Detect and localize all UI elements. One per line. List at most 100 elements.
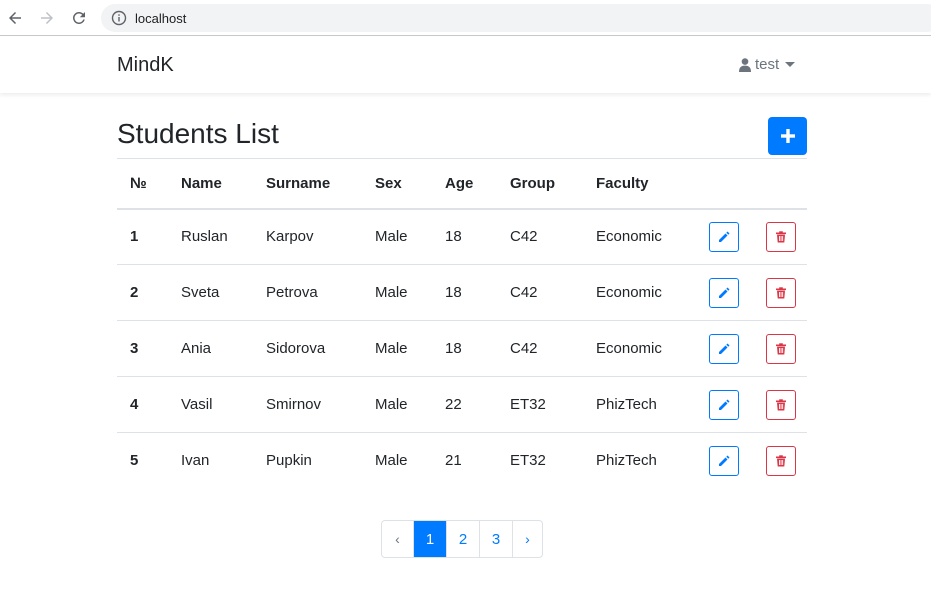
cell-surname: Sidorova: [253, 320, 362, 377]
cell-sex: Male: [362, 320, 432, 377]
reload-icon: [72, 11, 85, 24]
forward-button[interactable]: [35, 6, 59, 30]
url-text: localhost: [135, 10, 187, 26]
delete-button[interactable]: [766, 221, 796, 252]
column-header-name: Name: [168, 158, 253, 210]
cell-sex: Male: [362, 376, 432, 433]
table-row: 1 Ruslan Karpov Male 18 C42 Economic: [117, 209, 807, 265]
pagination-page-3[interactable]: 3: [479, 521, 512, 557]
pencil-icon: [719, 231, 730, 242]
delete-button[interactable]: [766, 445, 796, 476]
trash-icon: [776, 286, 786, 298]
column-header-edit: [696, 158, 753, 210]
caret-down-icon: [785, 62, 796, 67]
cell-delete: [753, 376, 807, 433]
cell-delete: [753, 320, 807, 377]
reload-button[interactable]: [67, 6, 91, 30]
students-table: № Name Surname Sex Age Group Faculty 1 Ru…: [117, 158, 807, 489]
cell-number: 3: [117, 320, 168, 377]
edit-button[interactable]: [709, 333, 739, 364]
user-dropdown[interactable]: test: [739, 56, 796, 73]
edit-button[interactable]: [709, 389, 739, 420]
cell-sex: Male: [362, 264, 432, 321]
cell-number: 4: [117, 376, 168, 433]
cell-surname: Petrova: [253, 264, 362, 321]
cell-edit: [696, 432, 753, 489]
user-name: test: [755, 56, 780, 73]
table-header-row: № Name Surname Sex Age Group Faculty: [117, 158, 807, 210]
arrow-left-icon: [9, 12, 21, 24]
cell-delete: [753, 432, 807, 489]
cell-edit: [696, 376, 753, 433]
add-student-button[interactable]: [768, 117, 807, 155]
delete-button[interactable]: [766, 277, 796, 308]
cell-faculty: PhizTech: [583, 432, 696, 489]
trash-icon: [776, 231, 786, 243]
trash-icon: [776, 398, 786, 410]
cell-group: C42: [497, 320, 583, 377]
cell-faculty: Economic: [583, 264, 696, 321]
column-header-delete: [753, 158, 807, 210]
plus-icon: [780, 129, 795, 143]
table-row: 4 Vasil Smirnov Male 22 ET32 PhizTech: [117, 376, 807, 433]
cell-name: Vasil: [168, 376, 253, 433]
cell-age: 18: [445, 228, 462, 246]
info-icon: [111, 10, 127, 26]
cell-age: 21: [432, 432, 497, 489]
back-button[interactable]: [3, 6, 27, 30]
browser-toolbar: localhost: [0, 0, 931, 36]
pencil-icon: [719, 399, 730, 410]
table-row: 3 Ania Sidorova Male 18 C42 Economic: [117, 320, 807, 377]
edit-button[interactable]: [709, 221, 739, 252]
brand-link[interactable]: MindK: [117, 54, 174, 77]
cell-name: Ruslan: [181, 228, 228, 246]
table-row: 5 Ivan Pupkin Male 21 ET32 PhizTech: [117, 432, 807, 489]
pagination: ‹ 1 2 3 ›: [381, 520, 543, 558]
cell-name: Ania: [168, 320, 253, 377]
app-navbar: MindK test: [0, 37, 931, 93]
cell-faculty: Economic: [583, 320, 696, 377]
column-header-number: №: [117, 158, 168, 210]
pagination-page-2[interactable]: 2: [446, 521, 479, 557]
edit-button[interactable]: [709, 445, 739, 476]
user-icon: [739, 57, 751, 72]
cell-group: C42: [497, 264, 583, 321]
cell-age: 22: [432, 376, 497, 433]
pencil-icon: [719, 343, 730, 354]
column-header-sex: Sex: [362, 158, 432, 210]
cell-age: 18: [432, 320, 497, 377]
cell-faculty: Economic: [596, 228, 662, 246]
cell-surname: Karpov: [266, 228, 314, 246]
cell-sex: Male: [362, 432, 432, 489]
delete-button[interactable]: [766, 389, 796, 420]
cell-name: Ivan: [168, 432, 253, 489]
page-title: Students List: [117, 118, 279, 149]
cell-surname: Smirnov: [253, 376, 362, 433]
pencil-icon: [719, 455, 730, 466]
cell-surname: Pupkin: [253, 432, 362, 489]
edit-button[interactable]: [709, 277, 739, 308]
pagination-prev[interactable]: ‹: [382, 521, 413, 557]
table-row: 2 Sveta Petrova Male 18 C42 Economic: [117, 264, 807, 321]
cell-edit: [696, 264, 753, 321]
cell-number: 2: [117, 264, 168, 321]
trash-icon: [776, 455, 786, 467]
cell-age: 18: [432, 264, 497, 321]
cell-number: 5: [117, 432, 168, 489]
pagination-page-1[interactable]: 1: [413, 521, 446, 557]
cell-group: ET32: [497, 376, 583, 433]
column-header-age: Age: [432, 158, 497, 210]
column-header-surname: Surname: [253, 158, 362, 210]
pagination-next[interactable]: ›: [512, 521, 542, 557]
cell-edit: [696, 209, 753, 265]
cell-delete: [753, 264, 807, 321]
cell-delete: [753, 209, 807, 265]
pencil-icon: [719, 287, 730, 298]
cell-group: ET32: [497, 432, 583, 489]
address-bar[interactable]: localhost: [101, 4, 931, 32]
cell-group: C42: [510, 228, 538, 246]
trash-icon: [776, 342, 786, 354]
arrow-right-icon: [41, 12, 53, 24]
delete-button[interactable]: [766, 333, 796, 364]
cell-sex: Male: [375, 228, 408, 246]
